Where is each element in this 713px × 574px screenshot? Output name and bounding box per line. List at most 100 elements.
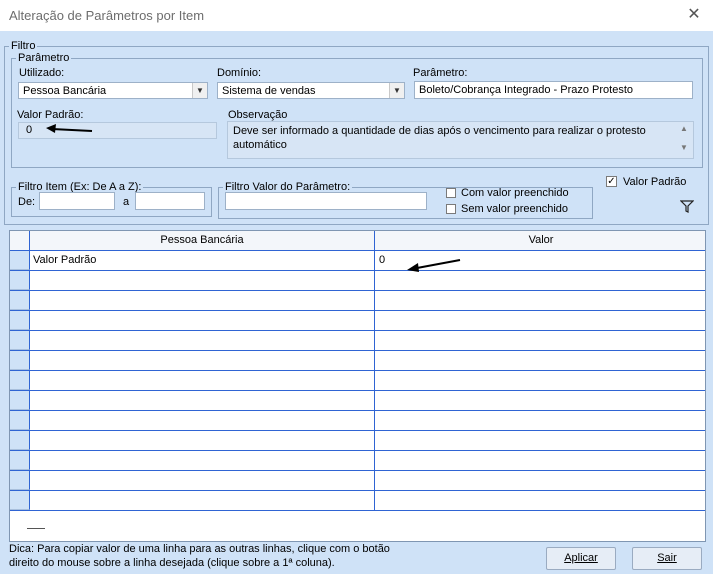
dominio-select[interactable]: Sistema de vendas ▼ xyxy=(217,82,405,99)
cell-valor[interactable] xyxy=(375,371,705,390)
row-selector[interactable] xyxy=(10,291,30,310)
utilizado-value: Pessoa Bancária xyxy=(23,85,107,97)
funnel-icon[interactable] xyxy=(680,200,694,213)
sair-button[interactable]: Sair xyxy=(632,547,702,570)
valor-padrao-checkbox[interactable]: ✓ xyxy=(606,176,617,187)
cell-pessoa[interactable] xyxy=(30,311,375,330)
filtro-legend: Filtro xyxy=(11,40,36,52)
table-row[interactable]: Valor Padrão 0 xyxy=(10,251,705,271)
cell-pessoa[interactable] xyxy=(30,351,375,370)
row-selector[interactable] xyxy=(10,251,30,270)
cell-valor[interactable] xyxy=(375,351,705,370)
table-row[interactable] xyxy=(10,431,705,451)
column-header-valor[interactable]: Valor xyxy=(375,231,705,250)
sair-label: Sair xyxy=(657,552,677,564)
observacao-textarea[interactable]: Deve ser informado a quantidade de dias … xyxy=(227,121,694,159)
scrollbar-thumb[interactable] xyxy=(27,528,45,529)
row-selector[interactable] xyxy=(10,311,30,330)
utilizado-label: Utilizado: xyxy=(19,67,65,79)
grid-body: Valor Padrão 0 xyxy=(10,251,705,521)
cell-pessoa[interactable] xyxy=(30,291,375,310)
scroll-up-icon[interactable]: ▲ xyxy=(677,124,691,134)
dominio-label: Domínio: xyxy=(217,67,262,79)
sem-valor-label: Sem valor preenchido xyxy=(461,203,569,215)
table-row[interactable] xyxy=(10,331,705,351)
column-header-pessoa[interactable]: Pessoa Bancária xyxy=(30,231,375,250)
row-selector[interactable] xyxy=(10,411,30,430)
table-row[interactable] xyxy=(10,311,705,331)
filtro-valor-input[interactable] xyxy=(225,192,427,210)
cell-valor[interactable] xyxy=(375,451,705,470)
table-row[interactable] xyxy=(10,271,705,291)
cell-valor[interactable] xyxy=(375,311,705,330)
cell-pessoa[interactable] xyxy=(30,431,375,450)
cell-valor[interactable] xyxy=(375,471,705,490)
utilizado-select[interactable]: Pessoa Bancária ▼ xyxy=(18,82,208,99)
cell-pessoa[interactable] xyxy=(30,451,375,470)
chevron-down-icon[interactable]: ▼ xyxy=(389,83,404,98)
row-selector[interactable] xyxy=(10,391,30,410)
dominio-value: Sistema de vendas xyxy=(222,85,316,97)
cell-pessoa[interactable] xyxy=(30,371,375,390)
row-selector[interactable] xyxy=(10,491,30,510)
cell-pessoa[interactable] xyxy=(30,271,375,290)
cell-pessoa[interactable] xyxy=(30,391,375,410)
parametro-label: Parâmetro: xyxy=(413,67,468,79)
annotation-arrow-icon xyxy=(46,124,93,133)
cell-valor[interactable] xyxy=(375,331,705,350)
aplicar-button[interactable]: Aplicar xyxy=(546,547,616,570)
valor-padrao-value: 0 xyxy=(26,124,33,136)
row-selector[interactable] xyxy=(10,351,30,370)
scroll-down-icon[interactable]: ▼ xyxy=(677,143,691,153)
valor-padrao-label: Valor Padrão: xyxy=(17,109,84,121)
grid-corner xyxy=(10,231,30,250)
valor-padrao-check-label: Valor Padrão xyxy=(623,176,687,188)
table-row[interactable] xyxy=(10,451,705,471)
cell-pessoa[interactable] xyxy=(30,411,375,430)
cell-pessoa[interactable] xyxy=(30,331,375,350)
grid-header: Pessoa Bancária Valor xyxy=(10,231,705,251)
parametro-legend: Parâmetro xyxy=(18,52,70,64)
row-selector[interactable] xyxy=(10,471,30,490)
parametro-field[interactable]: Boleto/Cobrança Integrado - Prazo Protes… xyxy=(414,81,693,99)
com-valor-checkbox[interactable] xyxy=(446,188,456,198)
a-label: a xyxy=(123,196,130,208)
cell-valor[interactable] xyxy=(375,391,705,410)
row-selector[interactable] xyxy=(10,271,30,290)
observacao-text: Deve ser informado a quantidade de dias … xyxy=(233,125,646,151)
hint-line-1: Dica: Para copiar valor de uma linha par… xyxy=(9,543,390,555)
window-title: Alteração de Parâmetros por Item xyxy=(9,8,205,23)
table-row[interactable] xyxy=(10,491,705,511)
row-selector[interactable] xyxy=(10,371,30,390)
parametros-grid: Pessoa Bancária Valor Valor Padrão 0 xyxy=(9,230,706,542)
de-label: De: xyxy=(18,196,36,208)
row-selector[interactable] xyxy=(10,431,30,450)
table-row[interactable] xyxy=(10,351,705,371)
table-row[interactable] xyxy=(10,291,705,311)
cell-pessoa[interactable]: Valor Padrão xyxy=(30,251,375,270)
table-row[interactable] xyxy=(10,471,705,491)
cell-valor[interactable] xyxy=(375,291,705,310)
cell-valor[interactable] xyxy=(375,431,705,450)
title-bar: Alteração de Parâmetros por Item ✕ xyxy=(0,0,713,32)
cell-pessoa[interactable] xyxy=(30,471,375,490)
cell-valor[interactable] xyxy=(375,491,705,510)
de-input[interactable] xyxy=(39,192,115,210)
annotation-arrow-icon xyxy=(407,259,461,272)
cell-pessoa[interactable] xyxy=(30,491,375,510)
aplicar-label: Aplicar xyxy=(564,552,598,564)
observacao-label: Observação xyxy=(228,109,288,121)
com-valor-label: Com valor preenchido xyxy=(461,187,569,199)
close-icon[interactable]: ✕ xyxy=(684,6,704,26)
table-row[interactable] xyxy=(10,371,705,391)
parametro-value: Boleto/Cobrança Integrado - Prazo Protes… xyxy=(419,84,634,96)
chevron-down-icon[interactable]: ▼ xyxy=(192,83,207,98)
sem-valor-checkbox[interactable] xyxy=(446,204,456,214)
table-row[interactable] xyxy=(10,411,705,431)
hint-line-2: direito do mouse sobre a linha desejada … xyxy=(9,557,335,569)
row-selector[interactable] xyxy=(10,451,30,470)
table-row[interactable] xyxy=(10,391,705,411)
cell-valor[interactable] xyxy=(375,411,705,430)
row-selector[interactable] xyxy=(10,331,30,350)
a-input[interactable] xyxy=(135,192,205,210)
